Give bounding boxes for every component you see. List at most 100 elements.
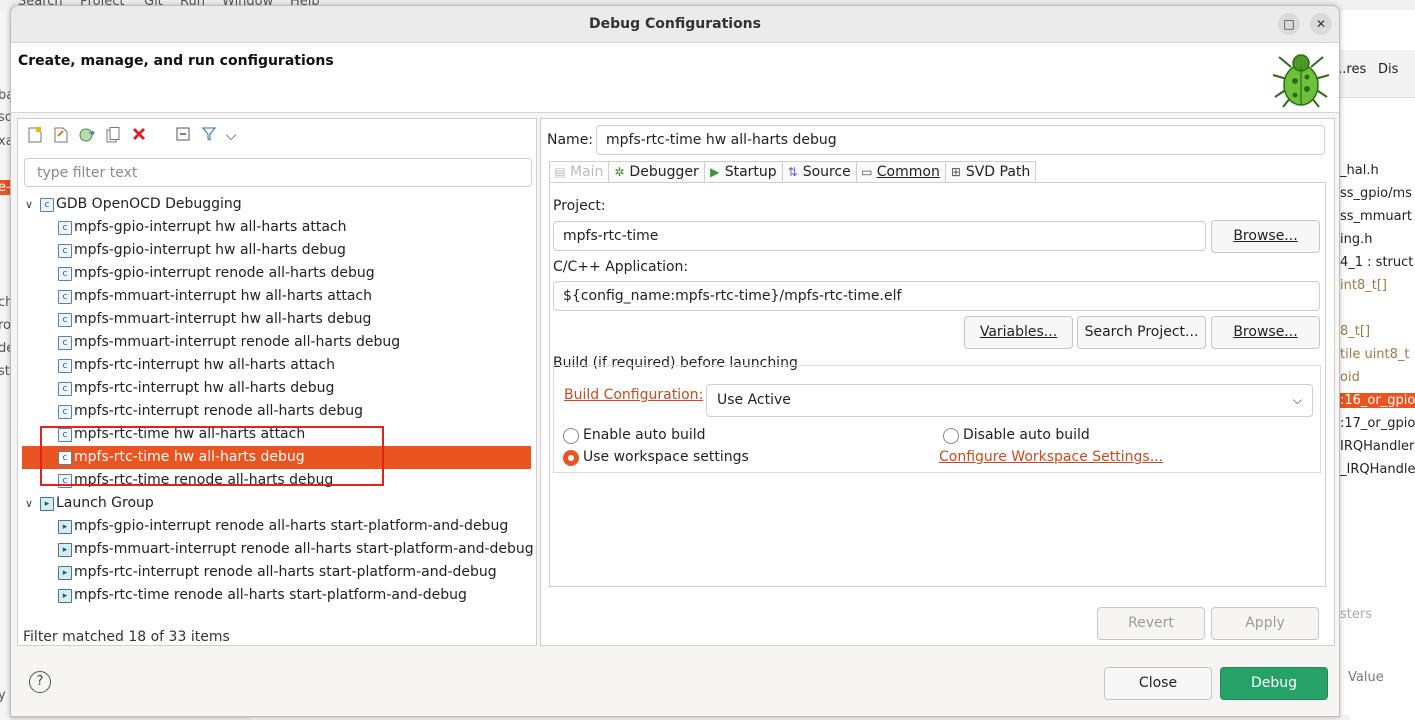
- tab-common[interactable]: ▭ Common: [855, 161, 945, 183]
- tree-item-label: mpfs-mmuart-interrupt renode all-harts d…: [74, 334, 401, 350]
- tree-item[interactable]: c mpfs-gpio-interrupt hw all-harts attach: [18, 216, 536, 239]
- bg-tab[interactable]: Dis: [1378, 62, 1398, 77]
- tree-item[interactable]: ▸ mpfs-mmuart-interrupt renode all-harts …: [18, 538, 536, 561]
- collapse-all-icon[interactable]: [174, 127, 192, 145]
- launch-group-icon: ▸: [58, 589, 72, 603]
- bg-outline-row: ss_gpio/ms: [1340, 186, 1412, 201]
- tree-group-label: Launch Group: [56, 495, 154, 511]
- enable-auto-build-radio[interactable]: [563, 428, 579, 444]
- bg-outline-row: ss_mmuart: [1340, 209, 1413, 224]
- new-configuration-icon[interactable]: [26, 127, 44, 145]
- tree-item[interactable]: c mpfs-rtc-interrupt hw all-harts debug: [18, 377, 536, 400]
- tree-item[interactable]: ▸ mpfs-rtc-time renode all-harts start-pl…: [18, 584, 536, 607]
- bg-registers-tab[interactable]: sters: [1340, 607, 1372, 622]
- tree-item-label: mpfs-rtc-interrupt hw all-harts attach: [74, 357, 335, 373]
- name-input[interactable]: [596, 125, 1325, 155]
- launch-group-icon: ▸: [58, 543, 72, 557]
- tab-label: Startup: [724, 164, 777, 180]
- c-config-icon: c: [58, 290, 72, 304]
- tree-item-label: mpfs-gpio-interrupt renode all-harts sta…: [74, 518, 509, 534]
- tree-item[interactable]: c mpfs-gpio-interrupt renode all-harts de…: [18, 262, 536, 285]
- chevron-down-icon: ⌵: [1292, 393, 1302, 407]
- filter-icon[interactable]: [200, 127, 218, 145]
- configurations-pane: ⌵ ∨ c GDB OpenOCD Debugging cmpfs-gpio-i…: [17, 118, 537, 646]
- launch-group-icon: ▸: [40, 497, 54, 511]
- chevron-down-icon[interactable]: ∨: [22, 492, 36, 515]
- tab-main[interactable]: ▤ Main: [549, 161, 609, 183]
- gdb-openocd-icon: c: [40, 198, 54, 212]
- button-label: Variables...: [979, 324, 1058, 340]
- dialog-header: Create, manage, and run configurations: [11, 43, 1339, 113]
- bg-outline-row: ing.h: [1340, 232, 1373, 247]
- chevron-down-icon[interactable]: ⌵: [222, 127, 240, 145]
- tree-item-label: mpfs-rtc-interrupt hw all-harts debug: [74, 380, 335, 396]
- browse-project-button[interactable]: Browse...: [1211, 220, 1320, 253]
- duplicate-configuration-icon[interactable]: [104, 127, 122, 145]
- bg-value-column: Value: [1348, 670, 1384, 685]
- apply-button[interactable]: Apply: [1211, 607, 1319, 640]
- bg-tab[interactable]: ...res: [1338, 62, 1366, 77]
- c-config-icon: c: [58, 221, 72, 235]
- disable-auto-build-radio[interactable]: [943, 428, 959, 444]
- build-configuration-link[interactable]: Build Configuration:: [564, 387, 703, 403]
- configurations-toolbar: ⌵: [18, 119, 536, 153]
- dialog-heading: Create, manage, and run configurations: [18, 53, 334, 69]
- select-value: Use Active: [717, 392, 791, 408]
- bg-text: ba: [0, 88, 10, 103]
- filter-status: Filter matched 18 of 33 items: [23, 629, 230, 645]
- tab-svd-path[interactable]: ⊞ SVD Path: [944, 161, 1037, 183]
- c-config-icon: c: [58, 267, 72, 281]
- bg-outline-row: _hal.h: [1340, 163, 1379, 178]
- tree-item[interactable]: c mpfs-rtc-interrupt hw all-harts attach: [18, 354, 536, 377]
- bg-outline-row: 4_1 : struct: [1340, 255, 1414, 270]
- bg-outline-row: int8_t[]: [1340, 278, 1387, 293]
- bg-outline-row: _IRQHandle: [1340, 462, 1415, 477]
- delete-configuration-icon[interactable]: [130, 127, 148, 145]
- search-project-button[interactable]: Search Project...: [1077, 316, 1206, 349]
- c-config-icon: c: [58, 405, 72, 419]
- tree-group-gdb-openocd[interactable]: ∨ c GDB OpenOCD Debugging: [18, 193, 536, 216]
- c-config-icon: c: [58, 336, 72, 350]
- chevron-down-icon[interactable]: ∨: [22, 193, 36, 216]
- use-workspace-settings-radio[interactable]: [563, 450, 579, 466]
- tree-item[interactable]: c mpfs-rtc-interrupt renode all-harts deb…: [18, 400, 536, 423]
- tree-item-label: mpfs-mmuart-interrupt hw all-harts debug: [74, 311, 372, 327]
- browse-application-button[interactable]: Browse...: [1211, 316, 1320, 349]
- build-configuration-select[interactable]: Use Active ⌵: [706, 384, 1313, 417]
- bg-text: ch: [0, 295, 10, 310]
- tree-item-label: mpfs-rtc-interrupt renode all-harts star…: [74, 564, 497, 580]
- main-tab-content: Project: Browse... C/C++ Application: Va…: [549, 182, 1326, 587]
- maximize-icon[interactable]: □: [1278, 13, 1300, 35]
- tree-item[interactable]: c mpfs-mmuart-interrupt renode all-harts …: [18, 331, 536, 354]
- tree-item[interactable]: c mpfs-mmuart-interrupt hw all-harts atta…: [18, 285, 536, 308]
- ide-left-panel: ba so xa e- ch rou de st y a: [0, 10, 10, 720]
- c-config-icon: c: [58, 313, 72, 327]
- configure-workspace-link[interactable]: Configure Workspace Settings...: [939, 449, 1163, 465]
- revert-button[interactable]: Revert: [1097, 607, 1205, 640]
- c-config-icon: c: [58, 244, 72, 258]
- tree-item[interactable]: ▸ mpfs-gpio-interrupt renode all-harts st…: [18, 515, 536, 538]
- application-label: C/C++ Application:: [553, 259, 689, 275]
- tree-item-label: mpfs-gpio-interrupt renode all-harts deb…: [74, 265, 375, 281]
- tab-startup[interactable]: ▶ Startup: [703, 161, 782, 183]
- bg-text: so: [0, 110, 10, 125]
- tab-source[interactable]: ⇅ Source: [781, 161, 856, 183]
- new-prototype-icon[interactable]: [52, 127, 70, 145]
- variables-button[interactable]: Variables...: [964, 316, 1073, 349]
- tree-item[interactable]: ▸ mpfs-rtc-interrupt renode all-harts sta…: [18, 561, 536, 584]
- tree-item-label: mpfs-mmuart-interrupt renode all-harts s…: [74, 541, 534, 557]
- tree-item[interactable]: c mpfs-gpio-interrupt hw all-harts debug: [18, 239, 536, 262]
- bg-outline-row: oid: [1340, 370, 1360, 385]
- tree-group-launch-group[interactable]: ∨ ▸ Launch Group: [18, 492, 536, 515]
- export-configuration-icon[interactable]: [78, 127, 96, 145]
- project-input[interactable]: [553, 221, 1206, 251]
- close-window-icon[interactable]: ✕: [1310, 13, 1332, 35]
- debug-button[interactable]: Debug: [1220, 667, 1328, 700]
- configuration-editor: Name: ▤ Main ✲ Debugger ▶ Startup ⇅ Source ▭…: [540, 118, 1335, 646]
- tree-item[interactable]: c mpfs-mmuart-interrupt hw all-harts debu…: [18, 308, 536, 331]
- close-button[interactable]: Close: [1104, 667, 1212, 700]
- application-input[interactable]: [553, 281, 1320, 311]
- tab-debugger[interactable]: ✲ Debugger: [608, 161, 704, 183]
- help-icon[interactable]: ?: [29, 671, 51, 693]
- filter-input[interactable]: [24, 158, 532, 187]
